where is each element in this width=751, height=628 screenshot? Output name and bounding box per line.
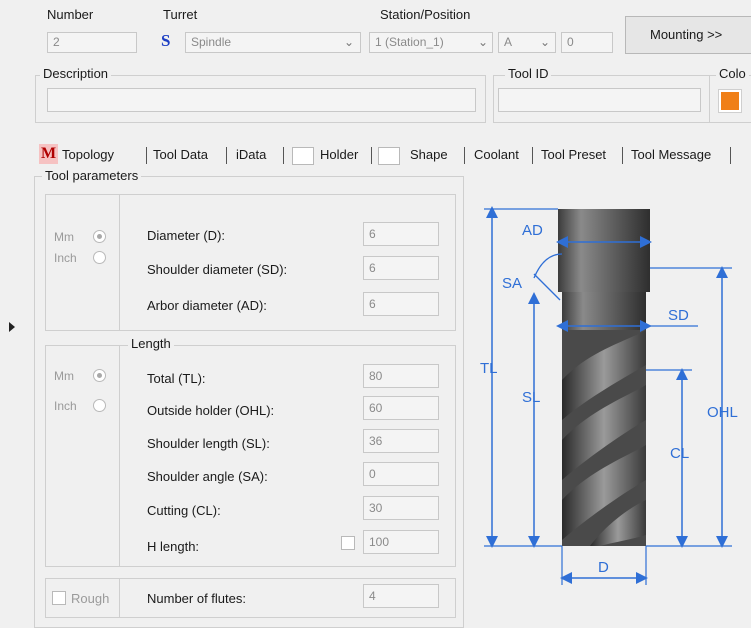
chevron-down-icon: ⌄ <box>477 35 488 50</box>
d-text: D <box>598 559 609 576</box>
flutes-field[interactable]: 4 <box>363 584 439 608</box>
tab-coolant[interactable]: Coolant <box>474 147 519 162</box>
ad-label: Arbor diameter (AD): <box>147 298 267 313</box>
sl-field[interactable]: 36 <box>363 429 439 453</box>
tl-field[interactable]: 80 <box>363 364 439 388</box>
color-swatch-fill <box>721 92 739 110</box>
holder-icon <box>292 147 314 165</box>
sa-label: Shoulder angle (SA): <box>147 469 268 484</box>
unit-mm-label: Mm <box>54 230 74 244</box>
turret-select-value: Spindle <box>191 35 232 49</box>
position-select[interactable]: A ⌄ <box>498 32 556 53</box>
rough-label: Rough <box>71 591 110 606</box>
tool-shank <box>558 209 650 292</box>
length-unit-mm-radio[interactable] <box>93 369 106 382</box>
unit-divider <box>119 578 120 618</box>
tab-divider <box>283 147 284 164</box>
chevron-down-icon: ⌄ <box>343 35 354 49</box>
flutes-label: Number of flutes: <box>147 591 246 606</box>
station-select-value: 1 (Station_1) <box>375 35 444 49</box>
sa-line <box>533 273 561 301</box>
spindle-icon: S <box>161 31 171 50</box>
tool-neck <box>562 292 646 330</box>
tab-holder[interactable]: Holder <box>320 147 358 162</box>
cl-text: CL <box>670 445 689 462</box>
ohl-label: Outside holder (OHL): <box>147 403 275 418</box>
turret-label: Turret <box>163 7 198 22</box>
description-field[interactable] <box>47 88 476 112</box>
tab-divider <box>371 147 372 164</box>
tl-text: TL <box>480 360 498 377</box>
sa-text: SA <box>502 275 522 292</box>
unit-mm-label: Mm <box>54 369 74 383</box>
turret-select[interactable]: Spindle ⌄ <box>185 32 361 53</box>
unit-inch-label: Inch <box>54 399 77 413</box>
station-label: Station/Position <box>380 7 471 22</box>
position-select-value: A <box>504 35 513 49</box>
tl-label: Total (TL): <box>147 371 206 386</box>
h-length-label: H length: <box>147 539 200 554</box>
tab-tool-preset[interactable]: Tool Preset <box>541 147 606 162</box>
h-length-field[interactable]: 100 <box>363 530 439 554</box>
tab-divider <box>730 147 731 164</box>
chevron-down-icon: ⌄ <box>539 35 550 49</box>
diameter-field[interactable]: 6 <box>363 222 439 246</box>
sd-text: SD <box>668 307 689 324</box>
diameter-label: Diameter (D): <box>147 228 226 243</box>
shape-icon <box>378 147 400 165</box>
ad-field[interactable]: 6 <box>363 292 439 316</box>
ohl-text: OHL <box>707 404 738 421</box>
unit-mm-radio[interactable] <box>93 230 106 243</box>
number-field[interactable]: 2 <box>47 32 137 53</box>
rough-checkbox[interactable] <box>52 591 66 605</box>
sd-field[interactable]: 6 <box>363 256 439 280</box>
tab-shape[interactable]: Shape <box>410 147 448 162</box>
end-mill-diagram: TL AD SA SD SL OHL CL D <box>480 206 738 585</box>
color-swatch[interactable] <box>718 89 742 113</box>
tab-divider <box>532 147 533 164</box>
cl-field[interactable]: 30 <box>363 496 439 520</box>
toolid-label: Tool ID <box>505 66 552 81</box>
sl-label: Shoulder length (SL): <box>147 436 270 451</box>
sa-field[interactable]: 0 <box>363 462 439 486</box>
cl-label: Cutting (CL): <box>147 503 221 518</box>
tab-topology[interactable]: Topology <box>62 147 114 162</box>
length-unit-inch-radio[interactable] <box>93 399 106 412</box>
tab-divider <box>622 147 623 164</box>
unit-inch-radio[interactable] <box>93 251 106 264</box>
toolid-field[interactable] <box>498 88 701 112</box>
collapse-arrow-icon[interactable] <box>9 322 15 332</box>
length-title: Length <box>128 336 174 351</box>
sl-text: SL <box>522 389 540 406</box>
unit-divider <box>119 345 120 567</box>
tab-tool-message[interactable]: Tool Message <box>631 147 711 162</box>
offset-field[interactable]: 0 <box>561 32 613 53</box>
unit-inch-label: Inch <box>54 251 77 265</box>
tab-idata[interactable]: iData <box>236 147 266 162</box>
ohl-field[interactable]: 60 <box>363 396 439 420</box>
tab-divider <box>464 147 465 164</box>
unit-divider <box>119 194 120 331</box>
sd-label: Shoulder diameter (SD): <box>147 262 288 277</box>
tab-divider <box>146 147 147 164</box>
station-select[interactable]: 1 (Station_1) ⌄ <box>369 32 493 53</box>
h-length-checkbox[interactable] <box>341 536 355 550</box>
ad-text: AD <box>522 222 543 239</box>
color-label: Colo <box>716 66 749 81</box>
tool-parameters-title: Tool parameters <box>42 168 142 183</box>
tab-divider <box>226 147 227 164</box>
sa-arc <box>533 253 563 279</box>
number-label: Number <box>47 7 94 22</box>
m-icon: M <box>39 144 58 164</box>
mounting-button[interactable]: Mounting >> <box>625 16 751 54</box>
tab-tool-data[interactable]: Tool Data <box>153 147 208 162</box>
description-label: Description <box>40 66 112 81</box>
